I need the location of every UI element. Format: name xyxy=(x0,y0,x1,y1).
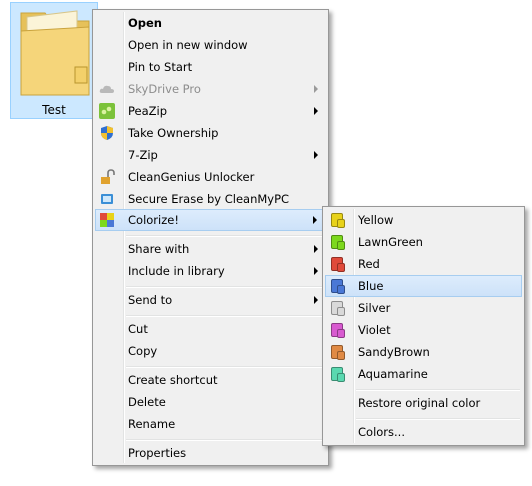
menu-item-take-ownership[interactable]: Take Ownership xyxy=(95,122,326,144)
folder-test[interactable]: Test xyxy=(10,2,98,119)
menu-item-open-new-window[interactable]: Open in new window xyxy=(95,34,326,56)
menu-item-label: LawnGreen xyxy=(358,235,423,249)
menu-item-label: Pin to Start xyxy=(128,60,193,74)
menu-item-restore-original-color[interactable]: Restore original color xyxy=(325,392,522,414)
silver-swatch-icon xyxy=(331,301,345,316)
menu-item-share-with[interactable]: Share with xyxy=(95,238,326,260)
menu-item-label: Include in library xyxy=(128,264,225,278)
menu-item-colorize[interactable]: Colorize! xyxy=(95,209,326,231)
colorize-submenu: Yellow LawnGreen Red Blue Silver Violet … xyxy=(322,206,525,446)
shield-icon xyxy=(101,126,113,140)
menu-item-delete[interactable]: Delete xyxy=(95,391,326,413)
menu-separator xyxy=(126,366,324,368)
unlock-icon xyxy=(101,169,115,184)
menu-item-create-shortcut[interactable]: Create shortcut xyxy=(95,369,326,391)
context-menu: Open Open in new window Pin to Start Sky… xyxy=(92,9,329,466)
cleanmypc-icon xyxy=(101,194,113,204)
menu-item-open[interactable]: Open xyxy=(95,12,326,34)
folder-label: Test xyxy=(42,103,66,117)
submenu-arrow-icon xyxy=(314,267,318,275)
menu-separator xyxy=(356,418,520,420)
color-item-blue[interactable]: Blue xyxy=(325,275,522,297)
color-item-violet[interactable]: Violet xyxy=(325,319,522,341)
menu-item-label: Cut xyxy=(128,322,148,336)
menu-item-label: Secure Erase by CleanMyPC xyxy=(128,192,290,206)
menu-item-label: Rename xyxy=(128,417,176,431)
menu-separator xyxy=(126,286,324,288)
menu-item-label: Open in new window xyxy=(128,38,248,52)
color-item-yellow[interactable]: Yellow xyxy=(325,209,522,231)
menu-item-label: Share with xyxy=(128,242,190,256)
menu-item-label: Copy xyxy=(128,344,158,358)
menu-item-label: Silver xyxy=(358,301,391,315)
menu-separator xyxy=(126,235,324,237)
blue-swatch-icon xyxy=(331,279,345,294)
red-swatch-icon xyxy=(331,257,345,272)
color-item-silver[interactable]: Silver xyxy=(325,297,522,319)
menu-item-label: 7-Zip xyxy=(128,148,158,162)
menu-item-label: Yellow xyxy=(358,213,394,227)
menu-item-label: Properties xyxy=(128,446,187,460)
submenu-arrow-icon xyxy=(314,296,318,304)
menu-separator xyxy=(126,315,324,317)
sandybrown-swatch-icon xyxy=(331,345,345,360)
folder-icon xyxy=(20,10,90,96)
menu-item-label: Colorize! xyxy=(128,213,179,227)
menu-item-7zip[interactable]: 7-Zip xyxy=(95,144,326,166)
color-item-aquamarine[interactable]: Aquamarine xyxy=(325,363,522,385)
menu-item-label: Violet xyxy=(358,323,391,337)
color-item-red[interactable]: Red xyxy=(325,253,522,275)
menu-item-label: Take Ownership xyxy=(128,126,219,140)
lawngreen-swatch-icon xyxy=(331,235,345,250)
menu-item-label: Blue xyxy=(358,279,384,293)
colorize-icon xyxy=(100,213,114,227)
menu-item-include-in-library[interactable]: Include in library xyxy=(95,260,326,282)
submenu-arrow-icon xyxy=(314,107,318,115)
menu-item-label: CleanGenius Unlocker xyxy=(128,170,255,184)
menu-item-label: SkyDrive Pro xyxy=(128,82,201,96)
cloud-icon xyxy=(99,85,114,93)
peazip-icon xyxy=(99,103,115,119)
menu-item-label: Aquamarine xyxy=(358,367,428,381)
yellow-swatch-icon xyxy=(331,213,345,228)
menu-item-label: Create shortcut xyxy=(128,373,218,387)
menu-item-label: PeaZip xyxy=(128,104,168,118)
aquamarine-swatch-icon xyxy=(331,367,345,382)
menu-item-cut[interactable]: Cut xyxy=(95,318,326,340)
menu-item-rename[interactable]: Rename xyxy=(95,413,326,435)
menu-item-cleangenius-unlocker[interactable]: CleanGenius Unlocker xyxy=(95,166,326,188)
menu-item-properties[interactable]: Properties xyxy=(95,442,326,464)
menu-item-label: Open xyxy=(128,16,162,30)
menu-item-secure-erase[interactable]: Secure Erase by CleanMyPC xyxy=(95,188,326,210)
submenu-arrow-icon xyxy=(314,245,318,253)
submenu-arrow-icon xyxy=(313,216,317,224)
menu-item-label: Restore original color xyxy=(358,396,481,410)
menu-item-peazip[interactable]: PeaZip xyxy=(95,100,326,122)
menu-item-label: Colors... xyxy=(358,425,405,439)
menu-item-pin-to-start[interactable]: Pin to Start xyxy=(95,56,326,78)
menu-item-label: SandyBrown xyxy=(358,345,430,359)
violet-swatch-icon xyxy=(331,323,345,338)
menu-separator xyxy=(126,439,324,441)
color-item-sandybrown[interactable]: SandyBrown xyxy=(325,341,522,363)
menu-item-label: Send to xyxy=(128,293,173,307)
menu-item-label: Delete xyxy=(128,395,166,409)
menu-item-copy[interactable]: Copy xyxy=(95,340,326,362)
menu-item-label: Red xyxy=(358,257,380,271)
menu-item-colors[interactable]: Colors... xyxy=(325,421,522,443)
menu-item-skydrive-pro[interactable]: SkyDrive Pro xyxy=(95,78,326,100)
menu-item-send-to[interactable]: Send to xyxy=(95,289,326,311)
submenu-arrow-icon xyxy=(314,151,318,159)
menu-separator xyxy=(356,389,520,391)
color-item-lawngreen[interactable]: LawnGreen xyxy=(325,231,522,253)
submenu-arrow-icon xyxy=(314,85,318,93)
